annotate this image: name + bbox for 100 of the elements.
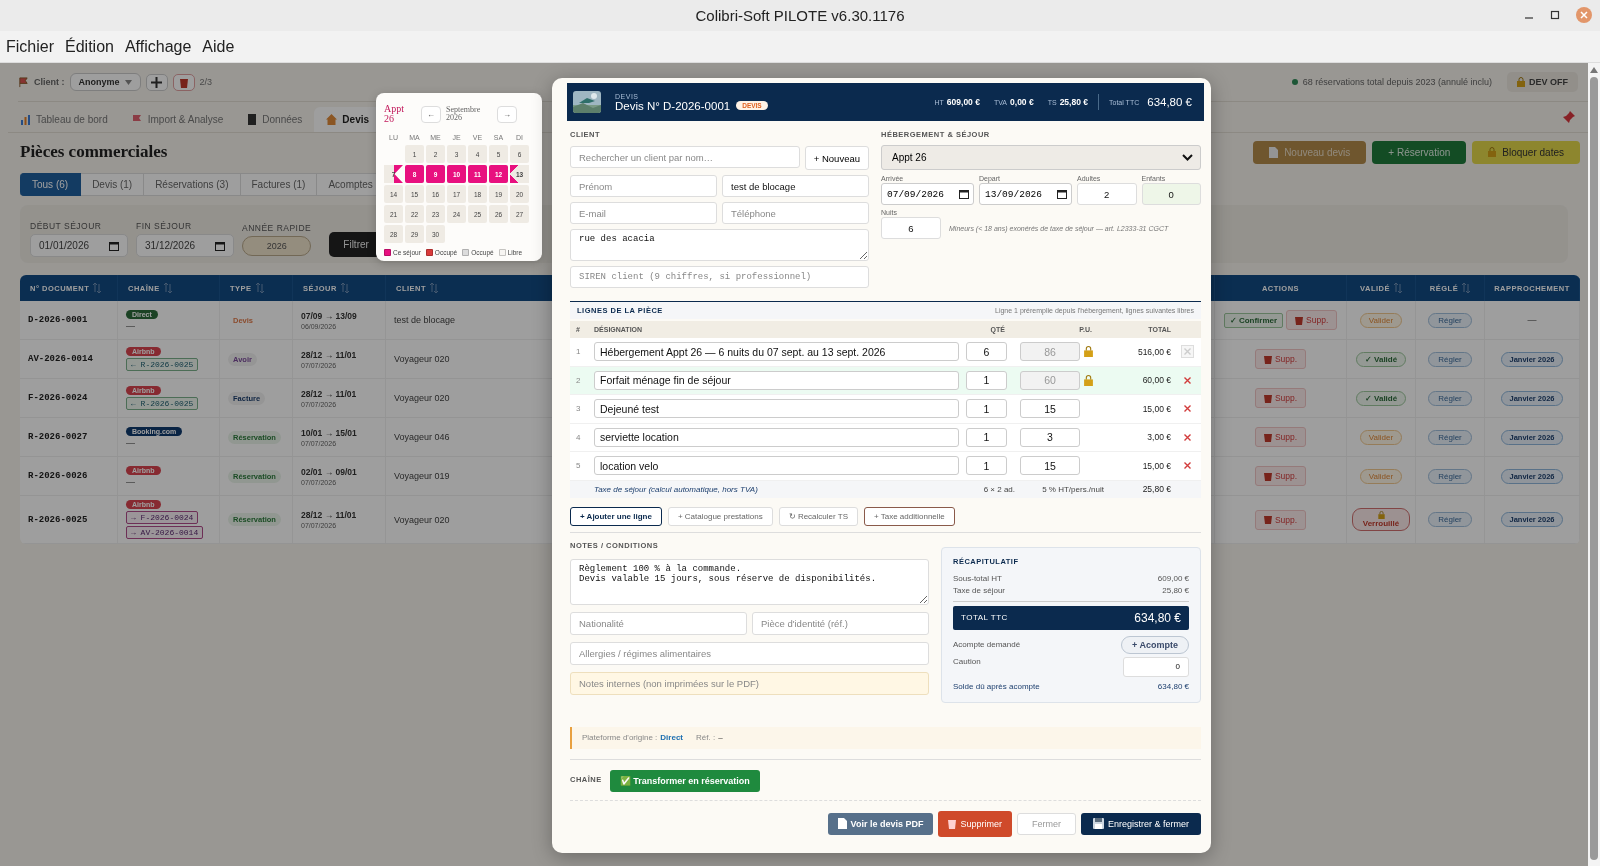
line-number: 1 xyxy=(575,347,582,357)
designation-field[interactable]: Hébergement Appt 26 — 6 nuits du 07 sept. au 13 sept. 2026 xyxy=(594,342,959,362)
deposit-button[interactable]: + Acompte xyxy=(1121,635,1189,654)
sort-icon[interactable] xyxy=(1462,283,1471,293)
caution-label: Caution xyxy=(953,656,981,666)
trash-icon xyxy=(948,818,957,829)
settle-button[interactable]: Régler xyxy=(1428,512,1472,527)
settle-button[interactable]: Régler xyxy=(1428,468,1472,484)
filter-tab[interactable]: Devis (1) xyxy=(81,173,145,196)
last-name-field[interactable]: test de blocage xyxy=(722,175,869,197)
unit-price-field[interactable]: 15 xyxy=(1020,399,1080,419)
quantity-field[interactable]: 1 xyxy=(966,370,1007,390)
calendar-icon xyxy=(1057,189,1067,199)
id-document-field[interactable]: Pièce d'identité (réf.) xyxy=(752,611,929,635)
year-chip[interactable]: 2026 xyxy=(242,236,312,256)
sort-icon[interactable] xyxy=(163,283,172,293)
accommodation-select[interactable]: Appt 26 xyxy=(881,145,1201,170)
designation-field[interactable]: Dejeuné test xyxy=(594,399,959,419)
delete-button[interactable] xyxy=(172,73,195,91)
quantity-field[interactable]: 1 xyxy=(966,427,1007,447)
footer-button[interactable]: Supprimer xyxy=(938,810,1012,837)
document-number[interactable]: R-2026-0026 xyxy=(28,471,88,481)
close-icon[interactable] xyxy=(1576,7,1592,23)
siren-field[interactable]: SIREN client (9 chiffres, si professionnel) xyxy=(570,266,869,288)
children-field[interactable]: 0 xyxy=(1141,183,1201,205)
line-action-button[interactable]: + Catalogue prestations xyxy=(667,506,773,526)
nights-field[interactable]: 6 xyxy=(881,217,941,239)
menu-item[interactable]: Aide xyxy=(202,37,235,56)
scroll-thumb[interactable] xyxy=(1590,77,1598,860)
nationality-field[interactable]: Nationalité xyxy=(570,611,747,635)
filter-tab[interactable]: Factures (1) xyxy=(240,173,318,196)
validation-button[interactable]: ✓ Validé xyxy=(1355,351,1407,367)
menu-item[interactable]: Édition xyxy=(65,37,114,56)
previous-month-button[interactable]: ← xyxy=(421,105,441,123)
pin-icon[interactable] xyxy=(1562,110,1576,124)
page-action-button[interactable]: Bloquer dates xyxy=(1472,140,1580,164)
sort-icon[interactable] xyxy=(255,283,264,293)
designation-field[interactable]: serviette location xyxy=(594,427,959,447)
confirm-button[interactable]: ✓ Confirmer xyxy=(1223,312,1284,328)
linked-document[interactable]: ← R-2026-0025 xyxy=(126,397,199,410)
settle-button[interactable]: Régler xyxy=(1428,312,1472,328)
client-name: Voyageur 019 xyxy=(394,471,450,481)
settle-button[interactable]: Régler xyxy=(1428,390,1472,406)
address-field[interactable]: rue des acacia xyxy=(570,229,869,261)
menu-item[interactable]: Affichage xyxy=(124,37,192,56)
arrival-date-field[interactable]: 07/09/2026 xyxy=(881,183,974,205)
email-field[interactable]: E-mail xyxy=(570,202,717,224)
client-select[interactable]: Anonyme xyxy=(69,73,141,91)
date-field[interactable]: 31/12/2026 xyxy=(136,234,234,257)
quantity-field[interactable]: 1 xyxy=(966,456,1007,476)
linked-document[interactable]: → F-2026-0024 xyxy=(126,511,199,524)
line-action-button[interactable]: + Ajouter une ligne xyxy=(570,506,662,526)
footer-button[interactable]: Voir le devis PDF xyxy=(827,812,934,835)
linked-document[interactable]: ← R-2026-0025 xyxy=(126,358,199,371)
dev-mode-button[interactable]: DEV OFF xyxy=(1507,72,1578,92)
document-number[interactable]: D-2026-0001 xyxy=(28,315,88,325)
sort-icon[interactable] xyxy=(340,283,349,293)
convert-button[interactable]: ✅ Transformer en réservation xyxy=(609,769,760,792)
menu-item[interactable]: Fichier xyxy=(6,37,54,56)
quantity-field[interactable]: 6 xyxy=(966,342,1007,362)
document-number[interactable]: R-2026-0025 xyxy=(28,514,88,525)
first-name-field[interactable]: Prénom xyxy=(570,175,717,197)
designation-field[interactable]: Forfait ménage fin de séjour xyxy=(594,370,959,390)
scroll-up-icon[interactable] xyxy=(1590,67,1598,73)
internal-notes-field[interactable]: Notes internes (non imprimées sur le PDF) xyxy=(570,671,929,695)
date-field[interactable]: 01/01/2026 xyxy=(30,234,128,257)
line-action-button[interactable]: ↻ Recalculer TS xyxy=(778,506,858,526)
quantity-field[interactable]: 1 xyxy=(966,399,1007,419)
designation-field[interactable]: location velo xyxy=(594,456,959,476)
caution-field[interactable]: 0 xyxy=(1123,656,1189,677)
phone-field[interactable]: Téléphone xyxy=(722,202,869,224)
next-month-button[interactable]: → xyxy=(497,105,517,123)
status-dot-icon xyxy=(1291,79,1298,85)
filter-tab[interactable]: Tous (6) xyxy=(20,173,82,196)
document-number[interactable]: F-2026-0024 xyxy=(28,393,88,403)
sort-icon[interactable] xyxy=(430,283,439,293)
validation-button[interactable]: ✓ Validé xyxy=(1355,390,1407,406)
unit-price-field[interactable]: 15 xyxy=(1020,456,1080,476)
notes-field[interactable]: Règlement 100 % à la commande. Devis valable 15 jours, sous réserve de disponibilités. xyxy=(570,558,929,605)
sort-icon[interactable] xyxy=(1393,283,1402,293)
adults-field[interactable]: 2 xyxy=(1077,183,1137,205)
linked-document[interactable]: → AV-2026-0014 xyxy=(126,526,204,539)
unit-price-field[interactable]: 3 xyxy=(1020,427,1080,447)
allergies-field[interactable]: Allergies / régimes alimentaires xyxy=(570,641,929,665)
line-action-button[interactable]: + Taxe additionnelle xyxy=(864,506,955,526)
settle-button[interactable]: Régler xyxy=(1428,429,1472,445)
scrollbar[interactable] xyxy=(1588,63,1600,866)
new-client-button[interactable]: + Nouveau xyxy=(804,146,869,170)
settle-button[interactable]: Régler xyxy=(1428,351,1472,367)
line-total: 15,00 € xyxy=(1141,403,1172,414)
client-search-field[interactable]: Rechercher un client par nom… xyxy=(570,146,800,168)
sort-icon[interactable] xyxy=(93,283,102,293)
footer-button[interactable]: Enregistrer & fermer xyxy=(1080,812,1201,835)
filter-tab[interactable]: Réservations (3) xyxy=(144,173,241,196)
window-title: Colibri-Soft PILOTE v6.30.1176 xyxy=(695,7,905,24)
departure-date-field[interactable]: 13/09/2026 xyxy=(979,183,1072,205)
document-number[interactable]: AV-2026-0014 xyxy=(28,354,93,364)
maximize-icon[interactable] xyxy=(1550,10,1560,20)
add-button[interactable] xyxy=(145,73,168,91)
document-number[interactable]: R-2026-0027 xyxy=(28,432,88,442)
